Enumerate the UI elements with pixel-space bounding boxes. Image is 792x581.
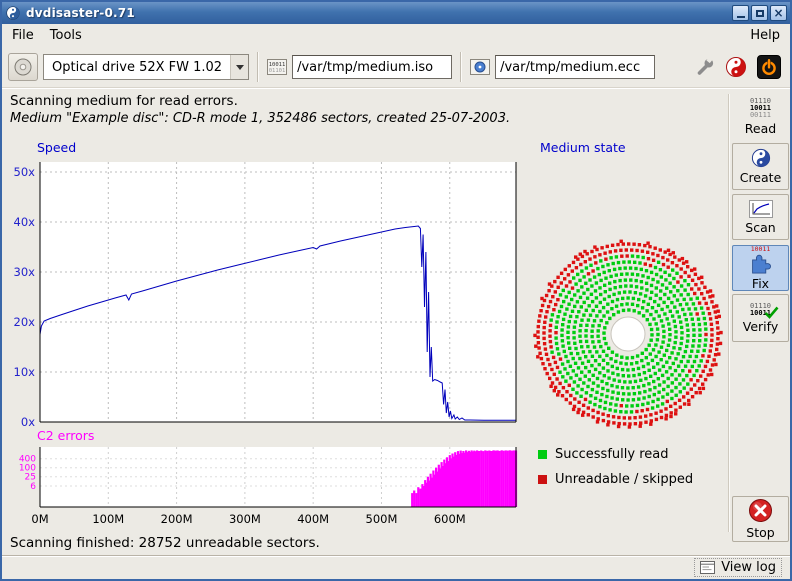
menu-tools[interactable]: Tools [42, 26, 90, 45]
app-window: dvdisaster-0.71 × File Tools Help Optica… [0, 0, 792, 581]
scan-result-text: Scanning finished: 28752 unreadable sect… [10, 535, 320, 551]
red-x-circle-icon [748, 498, 773, 523]
puzzle-piece-icon: 10011 [749, 246, 772, 274]
read-button[interactable]: 01110 10011 00111 Read [732, 95, 789, 139]
stop-label: Stop [746, 525, 774, 540]
svg-text:0M: 0M [31, 512, 48, 526]
svg-text:600M: 600M [434, 512, 466, 526]
menubar: File Tools Help [2, 24, 790, 47]
maximize-button[interactable] [751, 5, 768, 21]
window-controls: × [732, 5, 787, 21]
svg-text:10x: 10x [14, 365, 36, 379]
wrench-icon [695, 57, 715, 77]
minimize-button[interactable] [732, 5, 749, 21]
status-line-2: Medium "Example disc": CD-R mode 1, 3524… [10, 110, 790, 127]
legend-item-bad: Unreadable / skipped [538, 467, 693, 492]
red-yin-yang-icon [725, 56, 747, 78]
good-sector-swatch [538, 450, 547, 459]
toolbar-separator [257, 52, 259, 82]
titlebar[interactable]: dvdisaster-0.71 × [2, 2, 790, 24]
svg-text:50x: 50x [14, 165, 36, 179]
toolbar-right-group [694, 54, 784, 80]
svg-text:400M: 400M [297, 512, 329, 526]
create-label: Create [740, 170, 782, 185]
iso-file-icon: 10011 01101 [267, 58, 287, 76]
menu-help[interactable]: Help [742, 26, 788, 45]
svg-text:6: 6 [30, 482, 36, 492]
binary-check-icon: 01110 10011 [750, 303, 771, 317]
svg-text:20x: 20x [14, 315, 36, 329]
iso-path-input[interactable] [292, 55, 452, 79]
verify-label: Verify [743, 319, 778, 334]
svg-text:0x: 0x [21, 415, 35, 429]
svg-text:100M: 100M [92, 512, 124, 526]
view-log-label: View log [721, 560, 776, 575]
maximize-icon [756, 10, 764, 17]
verify-button[interactable]: 01110 10011 Verify [732, 294, 789, 342]
check-icon [764, 306, 779, 319]
toolbar-separator [460, 52, 462, 82]
toolbar: Optical drive 52X FW 1.02 10011 01101 [2, 47, 790, 88]
window-title: dvdisaster-0.71 [26, 6, 727, 20]
create-button[interactable]: Create [732, 143, 789, 190]
status-line-1: Scanning medium for read errors. [10, 93, 790, 110]
read-label: Read [745, 121, 776, 136]
medium-state-disc [532, 238, 724, 430]
scan-button[interactable]: Scan [732, 194, 789, 240]
drive-select-value: Optical drive 52X FW 1.02 [44, 60, 230, 75]
fix-label: Fix [752, 276, 769, 291]
log-window-icon [700, 561, 715, 574]
app-yin-yang-icon [5, 5, 21, 21]
close-icon: × [773, 7, 783, 19]
fix-button[interactable]: 10011 Fix [732, 245, 789, 291]
bottom-statusbar: View log [2, 555, 790, 579]
minimize-icon [737, 16, 745, 18]
drive-load-button[interactable] [8, 53, 38, 81]
svg-text:30x: 30x [14, 265, 36, 279]
drive-select[interactable]: Optical drive 52X FW 1.02 [43, 54, 249, 80]
bad-sector-label: Unreadable / skipped [555, 472, 693, 487]
disc-icon [12, 56, 34, 78]
power-icon [757, 55, 781, 79]
stop-button[interactable]: Stop [732, 496, 789, 542]
quit-button[interactable] [756, 54, 782, 80]
dvdisaster-logo-button[interactable] [724, 55, 748, 79]
svg-text:300M: 300M [229, 512, 261, 526]
view-log-button[interactable]: View log [694, 558, 782, 577]
bad-sector-swatch [538, 475, 547, 484]
svg-text:200M: 200M [161, 512, 193, 526]
sidebar-separator [728, 94, 730, 532]
mini-graph-icon [749, 200, 773, 218]
menu-file[interactable]: File [4, 26, 42, 45]
close-button[interactable]: × [770, 5, 787, 21]
preferences-button[interactable] [694, 56, 716, 78]
svg-text:01101: 01101 [269, 68, 286, 74]
medium-state-legend: Successfully read Unreadable / skipped [538, 442, 693, 492]
scan-label: Scan [745, 220, 775, 235]
ecc-file-icon [470, 58, 490, 76]
status-area: Scanning medium for read errors. Medium … [10, 93, 790, 127]
yin-yang-icon [751, 148, 771, 168]
ecc-path-input[interactable] [495, 55, 655, 79]
good-sector-label: Successfully read [555, 447, 668, 462]
svg-text:500M: 500M [366, 512, 398, 526]
binary-lines-icon: 01110 10011 00111 [750, 98, 771, 119]
legend-item-good: Successfully read [538, 442, 693, 467]
svg-text:40x: 40x [14, 215, 36, 229]
chevron-down-icon [230, 55, 248, 79]
